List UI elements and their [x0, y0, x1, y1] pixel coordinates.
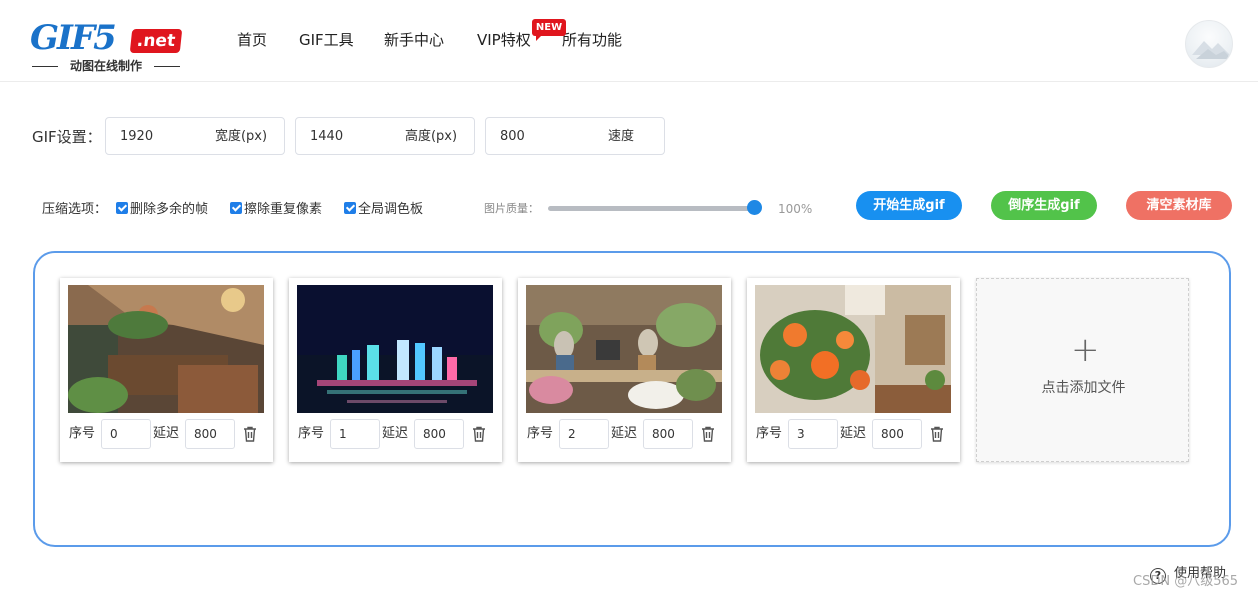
frame-controls: 序号 延迟: [297, 419, 497, 449]
trash-icon[interactable]: [701, 426, 715, 442]
index-input[interactable]: [788, 419, 838, 449]
frame-card: 序号 延迟: [747, 278, 960, 462]
index-label: 序号: [69, 426, 96, 441]
logo-main-text: GIF5: [30, 18, 117, 58]
delay-label: 延迟: [840, 426, 867, 441]
frame-thumbnail[interactable]: [526, 285, 722, 413]
index-input[interactable]: [559, 419, 609, 449]
top-header: GIF5 .net 动图在线制作 首页 GIF工具 新手中心 VIP特权 所有功…: [0, 0, 1258, 82]
speed-field[interactable]: 速度: [485, 117, 665, 155]
checkbox-checked-icon[interactable]: [230, 202, 242, 214]
nav-all-features[interactable]: 所有功能: [562, 29, 622, 51]
width-suffix: 宽度(px): [214, 129, 268, 144]
trash-icon[interactable]: [930, 426, 944, 442]
index-input[interactable]: [330, 419, 380, 449]
add-file-card[interactable]: + 点击添加文件: [976, 278, 1189, 462]
index-label: 序号: [298, 426, 325, 441]
height-suffix: 高度(px): [404, 129, 458, 144]
height-field[interactable]: 高度(px): [295, 117, 475, 155]
checkbox-label: 全局调色板: [358, 202, 424, 217]
nav-beginner-center[interactable]: 新手中心: [384, 29, 444, 51]
logo-subtitle: 动图在线制作: [30, 58, 182, 74]
frame-controls: 序号 延迟: [526, 419, 726, 449]
nav-vip[interactable]: VIP特权: [477, 29, 531, 51]
checkbox-erase-duplicate-pixels[interactable]: 擦除重复像素: [230, 201, 322, 219]
nav-home[interactable]: 首页: [237, 29, 267, 51]
start-generate-gif-button[interactable]: 开始生成gif: [856, 191, 962, 220]
delay-input[interactable]: [185, 419, 235, 449]
trash-icon[interactable]: [243, 426, 257, 442]
logo-net-badge: .net: [129, 29, 183, 53]
checkbox-label: 擦除重复像素: [244, 202, 323, 217]
plus-icon: +: [1071, 330, 1100, 370]
index-label: 序号: [527, 426, 554, 441]
quality-value: 100%: [778, 202, 813, 216]
frame-thumbnail[interactable]: [755, 285, 951, 413]
width-field[interactable]: 宽度(px): [105, 117, 285, 155]
clear-material-button[interactable]: 清空素材库: [1126, 191, 1232, 220]
speed-suffix: 速度: [607, 129, 634, 144]
gif-settings-label: GIF设置：: [32, 128, 102, 146]
frame-thumbnail[interactable]: [297, 285, 493, 413]
checkbox-global-palette[interactable]: 全局调色板: [344, 201, 423, 219]
watermark: CSDN @八级565: [1133, 574, 1239, 589]
frame-thumbnail[interactable]: [68, 285, 264, 413]
checkbox-remove-redundant-frames[interactable]: 删除多余的帧: [116, 201, 208, 219]
frame-controls: 序号 延迟: [755, 419, 955, 449]
trash-icon[interactable]: [472, 426, 486, 442]
checkbox-label: 删除多余的帧: [130, 202, 209, 217]
quality-slider-handle[interactable]: [747, 200, 762, 215]
frame-controls: 序号 延迟: [68, 419, 268, 449]
checkbox-checked-icon[interactable]: [116, 202, 128, 214]
delay-input[interactable]: [414, 419, 464, 449]
index-input[interactable]: [101, 419, 151, 449]
reverse-generate-gif-button[interactable]: 倒序生成gif: [991, 191, 1097, 220]
quality-slider-track[interactable]: [548, 206, 756, 211]
delay-label: 延迟: [611, 426, 638, 441]
delay-label: 延迟: [153, 426, 180, 441]
vip-new-badge: NEW: [532, 19, 566, 41]
height-input[interactable]: [296, 118, 396, 154]
width-input[interactable]: [106, 118, 206, 154]
speed-input[interactable]: [486, 118, 586, 154]
delay-input[interactable]: [643, 419, 693, 449]
user-avatar[interactable]: [1185, 20, 1233, 68]
nav-gif-tools[interactable]: GIF工具: [299, 29, 354, 51]
site-logo[interactable]: GIF5 .net 动图在线制作: [30, 18, 183, 76]
frame-card: 序号 延迟: [60, 278, 273, 462]
checkbox-checked-icon[interactable]: [344, 202, 356, 214]
index-label: 序号: [756, 426, 783, 441]
add-file-label: 点击添加文件: [1041, 380, 1126, 396]
compress-options-label: 压缩选项：: [42, 202, 108, 217]
delay-label: 延迟: [382, 426, 409, 441]
frame-card: 序号 延迟: [289, 278, 502, 462]
image-quality-label: 图片质量：: [484, 202, 539, 215]
delay-input[interactable]: [872, 419, 922, 449]
frame-card: 序号 延迟: [518, 278, 731, 462]
avatar-mountain-icon: [1192, 41, 1232, 59]
